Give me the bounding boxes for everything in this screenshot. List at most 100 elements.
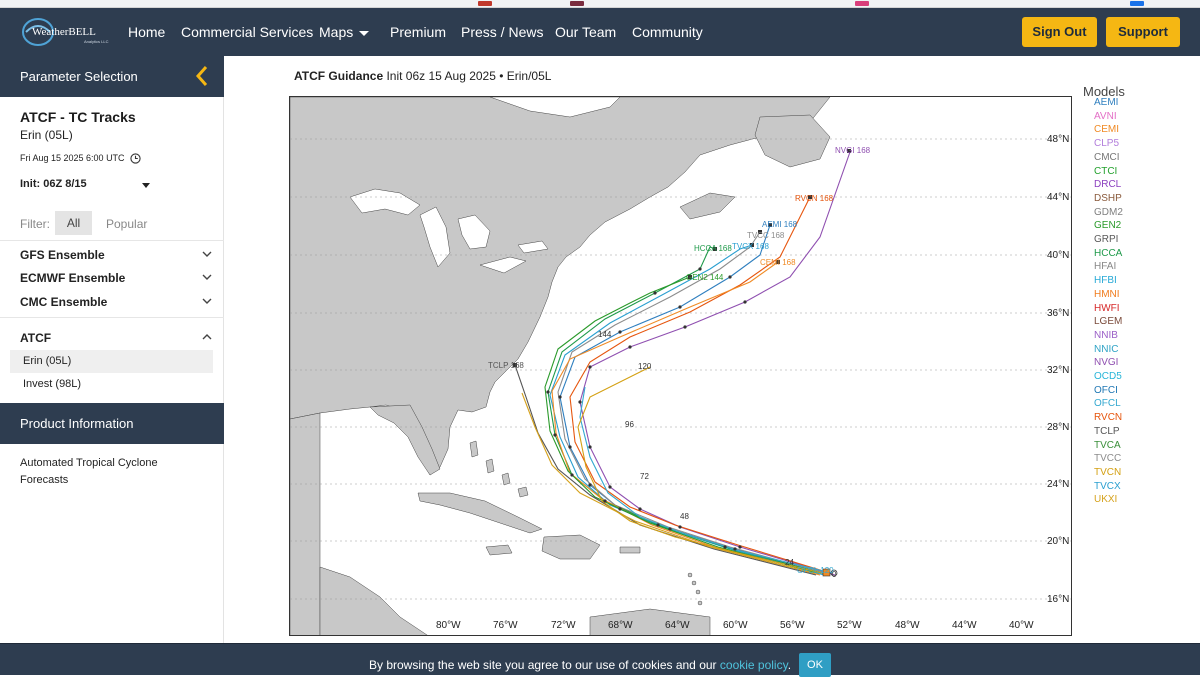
group-label: CMC Ensemble (20, 295, 108, 309)
nav-press-news[interactable]: Press / News (461, 24, 543, 40)
nav-maps-label: Maps (319, 24, 354, 40)
tab-favicon (855, 1, 869, 6)
nav-commercial-services[interactable]: Commercial Services (181, 24, 313, 40)
tab-favicon (570, 1, 584, 6)
product-info-line-1: Automated Tropical Cyclone (20, 457, 158, 469)
browser-tab-strip (0, 0, 1200, 8)
model-legend-item[interactable]: TVCC (1094, 453, 1121, 464)
cookie-ok-button[interactable]: OK (799, 653, 831, 677)
chevron-down-icon (359, 30, 370, 36)
group-gfs-ensemble[interactable]: GFS Ensemble (20, 248, 212, 262)
cookie-policy-link[interactable]: cookie policy (720, 658, 788, 672)
group-atcf[interactable]: ATCF (20, 331, 212, 345)
lon-label: 72°W (551, 620, 576, 631)
model-legend-item[interactable]: OFCI (1094, 385, 1118, 396)
init-datetime-text: Fri Aug 15 2025 6:00 UTC (20, 153, 125, 163)
bahamas (469, 440, 529, 498)
lat-label: 16°N (1047, 594, 1069, 605)
model-legend-item[interactable]: CTCI (1094, 166, 1117, 177)
model-legend-item[interactable]: AVNI (1094, 111, 1117, 122)
label-cemi: CEMI 168 (760, 258, 796, 267)
hour-label: 120 (638, 362, 652, 371)
model-legend-item[interactable]: CEMI (1094, 124, 1119, 135)
model-legend-item[interactable]: GRPI (1094, 234, 1118, 245)
model-legend-item[interactable]: OCD5 (1094, 371, 1122, 382)
track-map-svg: NVGI 168 RVCN 168 AEMI 168 TVCC 168 TVCX… (290, 97, 1071, 635)
chevron-down-icon (202, 251, 212, 257)
filter-all-button[interactable]: All (55, 211, 92, 235)
track-hcca[interactable] (547, 246, 823, 574)
brand-name: WeatherBELL (32, 26, 96, 38)
model-legend-item[interactable]: HWFI (1094, 303, 1120, 314)
group-label: GFS Ensemble (20, 248, 105, 262)
model-legend-item[interactable]: NNIC (1094, 344, 1118, 355)
nav-our-team[interactable]: Our Team (555, 24, 616, 40)
model-legend-item[interactable]: TVCX (1094, 481, 1121, 492)
model-legend-item[interactable]: AEMI (1094, 97, 1118, 108)
label-gen2: GEN2 144 (686, 273, 724, 282)
label-aemi: AEMI 168 (762, 220, 798, 229)
atcf-item-erin[interactable]: Erin (05L) (10, 350, 213, 373)
support-button[interactable]: Support (1106, 17, 1180, 47)
chart-title: ATCF Guidance Init 06z 15 Aug 2025 • Eri… (294, 69, 551, 83)
lon-label: 48°W (895, 620, 920, 631)
lat-label: 48°N (1047, 134, 1069, 145)
nav-maps[interactable]: Maps (319, 24, 370, 40)
track-gen2[interactable] (544, 276, 819, 574)
model-legend-item[interactable]: CMCI (1094, 152, 1120, 163)
sign-out-button[interactable]: Sign Out (1022, 17, 1097, 47)
init-select-value: Init: 06Z 8/15 (20, 178, 87, 190)
hour-label: 144 (598, 330, 612, 339)
clock-icon[interactable] (130, 153, 141, 164)
model-legend-item[interactable]: HFBI (1094, 275, 1117, 286)
track-tvcn[interactable] (577, 366, 831, 576)
model-legend-item[interactable]: NNIB (1094, 330, 1118, 341)
model-legend-item[interactable]: DRCL (1094, 179, 1121, 190)
north-america (290, 97, 831, 476)
track-tvcx[interactable] (549, 244, 825, 576)
product-info-line-2: Forecasts (20, 474, 69, 486)
model-legend-item[interactable]: GDM2 (1094, 207, 1123, 218)
lat-label: 40°N (1047, 250, 1069, 261)
label-tvcc: TVCC 168 (747, 231, 785, 240)
hour-label: 96 (625, 420, 634, 429)
lon-label: 44°W (952, 620, 977, 631)
track-rvcn[interactable] (569, 196, 831, 574)
nav-home[interactable]: Home (128, 24, 165, 40)
model-legend-item[interactable]: TCLP (1094, 426, 1120, 437)
init-select[interactable]: Init: 06Z 8/15 (20, 178, 150, 190)
group-cmc-ensemble[interactable]: CMC Ensemble (20, 295, 212, 309)
model-legend-item[interactable]: HFAI (1094, 261, 1116, 272)
model-legend-item[interactable]: TVCN (1094, 467, 1121, 478)
parameter-selection-title: Parameter Selection (20, 69, 138, 84)
collapse-chevron-icon[interactable] (194, 65, 210, 87)
filter-popular-button[interactable]: Popular (106, 217, 147, 231)
model-legend-item[interactable]: TVCA (1094, 440, 1121, 451)
model-legend-item[interactable]: GEN2 (1094, 220, 1121, 231)
model-legend-item[interactable]: NVGI (1094, 357, 1118, 368)
model-legend-item[interactable]: RVCN (1094, 412, 1122, 423)
model-legend-item[interactable]: HMNI (1094, 289, 1120, 300)
product-information-header[interactable]: Product Information (0, 403, 224, 444)
model-legend-item[interactable]: DSHP (1094, 193, 1122, 204)
model-legend-item[interactable]: CLP5 (1094, 138, 1119, 149)
nav-community[interactable]: Community (632, 24, 703, 40)
weatherbell-logo[interactable]: WeatherBELL Analytics LLC (20, 14, 120, 50)
model-legend-item[interactable]: OFCL (1094, 398, 1121, 409)
lat-label: 32°N (1047, 365, 1069, 376)
tab-favicon (478, 1, 492, 6)
model-legend-item[interactable]: UKXI (1094, 494, 1117, 505)
track-tvcc[interactable] (557, 231, 827, 574)
model-legend-item[interactable]: HCCA (1094, 248, 1122, 259)
nav-premium[interactable]: Premium (390, 24, 446, 40)
longitude-labels: 80°W 76°W 72°W 68°W 64°W 60°W 56°W 52°W … (436, 620, 1034, 631)
newfoundland (754, 114, 831, 168)
atcf-item-invest-98l[interactable]: Invest (98L) (10, 373, 213, 396)
track-nvgi[interactable] (579, 151, 851, 576)
top-navigation: WeatherBELL Analytics LLC Home Commercia… (0, 8, 1200, 56)
lesser-antilles (687, 572, 703, 606)
model-legend-item[interactable]: LGEM (1094, 316, 1122, 327)
group-ecmwf-ensemble[interactable]: ECMWF Ensemble (20, 271, 212, 285)
track-map[interactable]: NVGI 168 RVCN 168 AEMI 168 TVCC 168 TVCX… (289, 96, 1072, 636)
label-rvcn: RVCN 168 (795, 194, 834, 203)
